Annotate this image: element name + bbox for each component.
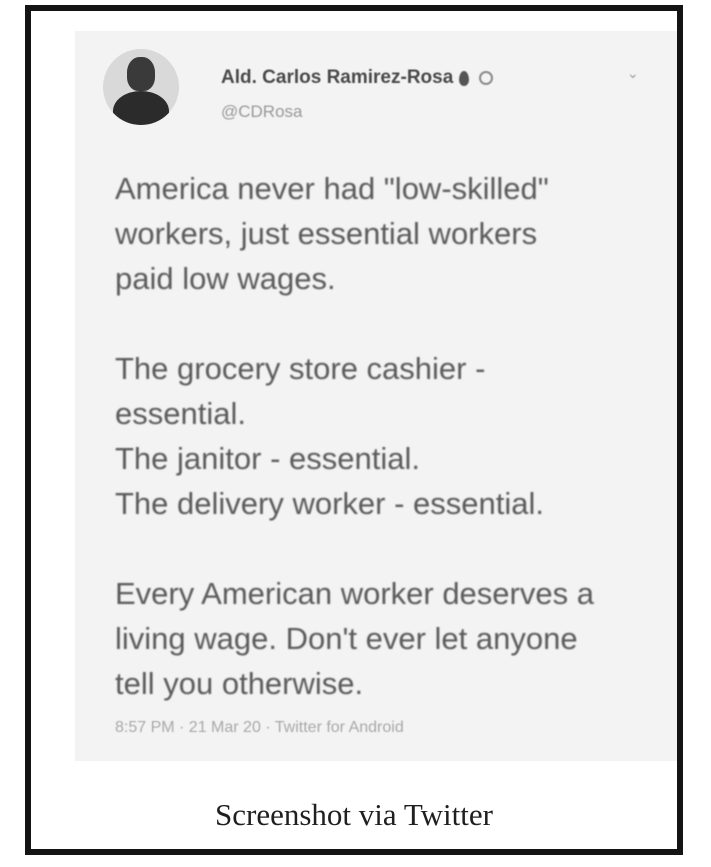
- chevron-down-icon[interactable]: ⌄: [627, 65, 639, 82]
- tweet-text: America never had "low-skilled" workers,…: [115, 166, 675, 706]
- tweet-line: The delivery worker - essential.: [115, 486, 544, 521]
- tweet-timestamp[interactable]: 8:57 PM · 21 Mar 20 · Twitter for Androi…: [115, 719, 404, 737]
- avatar-head: [127, 57, 155, 91]
- pin-icon: [459, 70, 470, 86]
- tweet-line: America never had "low-skilled": [115, 171, 549, 206]
- tweet-line: tell you otherwise.: [115, 666, 364, 701]
- tweet-line: Every American worker deserves a: [115, 576, 594, 611]
- tweet-line: workers, just essential workers: [115, 216, 538, 251]
- name-row: Ald. Carlos Ramirez-Rosa: [221, 67, 494, 89]
- tweet-line: The janitor - essential.: [115, 441, 420, 476]
- tweet-line: The grocery store cashier -: [115, 351, 486, 386]
- user-handle[interactable]: @CDRosa: [221, 102, 303, 122]
- avatar-body: [113, 91, 169, 125]
- tweet-line: essential.: [115, 396, 246, 431]
- display-name[interactable]: Ald. Carlos Ramirez-Rosa: [221, 67, 453, 89]
- screenshot-frame: Ald. Carlos Ramirez-Rosa @CDRosa ⌄ Ameri…: [25, 5, 683, 855]
- avatar[interactable]: [103, 49, 179, 125]
- caption: Screenshot via Twitter: [215, 797, 493, 832]
- tweet-card: Ald. Carlos Ramirez-Rosa @CDRosa ⌄ Ameri…: [75, 31, 677, 761]
- verified-icon: [479, 71, 494, 85]
- tweet-line: paid low wages.: [115, 261, 336, 296]
- tweet-line: living wage. Don't ever let anyone: [115, 621, 578, 656]
